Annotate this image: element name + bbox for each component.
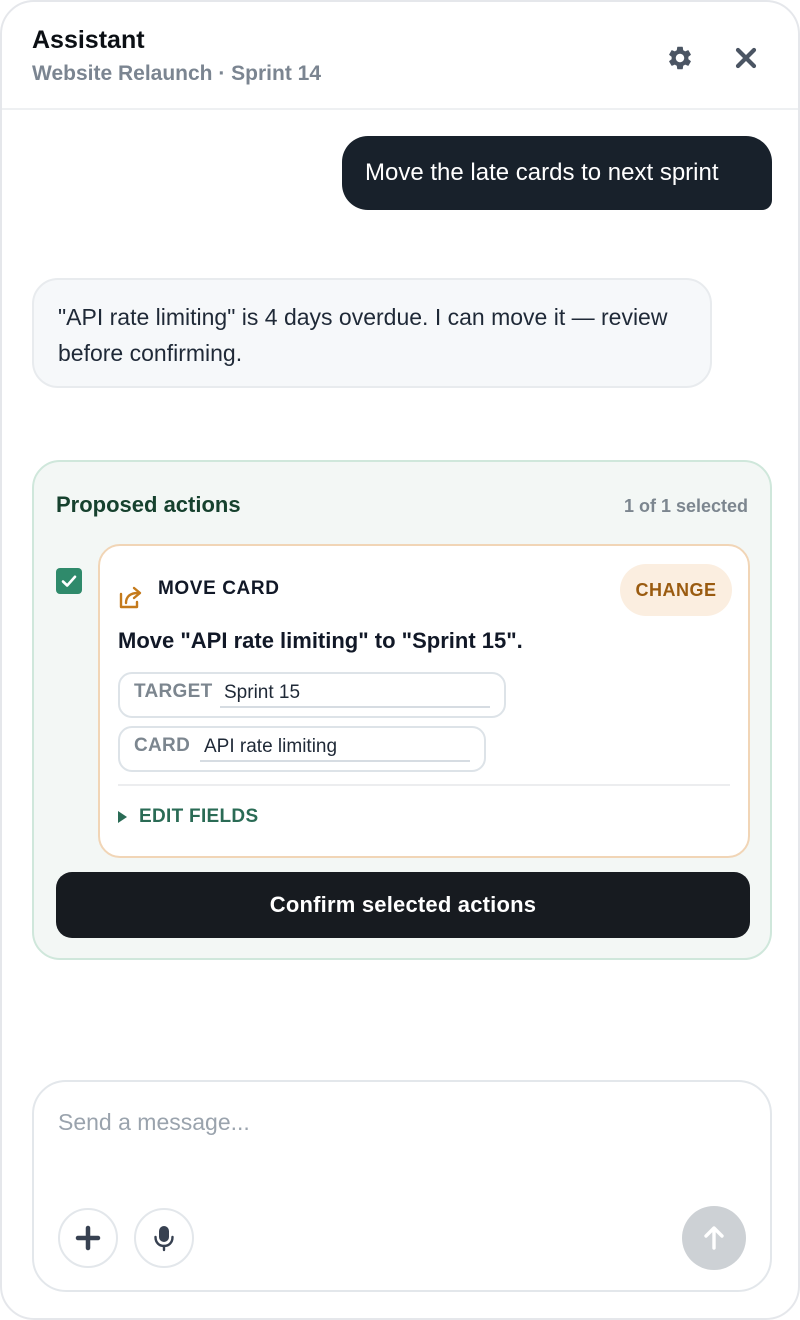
settings-button[interactable]	[660, 38, 700, 78]
message-composer	[32, 1080, 772, 1292]
close-icon	[735, 47, 757, 69]
header-title: Assistant	[32, 26, 145, 54]
user-message-text: Move the late cards to next sprint	[365, 159, 719, 186]
action-type-label: MOVE CARD	[158, 578, 280, 599]
gear-icon	[669, 46, 691, 70]
move-card-icon	[119, 586, 142, 609]
card-field: CARD	[118, 726, 486, 772]
header: Assistant Website Relaunch · Sprint 14	[2, 2, 798, 110]
card-field-label: CARD	[134, 735, 191, 756]
arrow-up-icon	[704, 1226, 724, 1250]
change-button[interactable]: CHANGE	[620, 564, 732, 616]
caret-right-icon	[118, 811, 127, 823]
checkmark-icon	[61, 575, 77, 587]
action-checkbox[interactable]	[56, 568, 82, 594]
target-input[interactable]	[220, 680, 490, 708]
confirm-actions-button[interactable]: Confirm selected actions	[56, 872, 750, 938]
card-divider	[118, 784, 730, 786]
target-field-label: TARGET	[134, 681, 213, 702]
action-card: MOVE CARD CHANGE Move "API rate limiting…	[98, 544, 750, 858]
assistant-message-text: "API rate limiting" is 4 days overdue. I…	[58, 304, 668, 366]
target-field: TARGET	[118, 672, 506, 718]
header-subtitle: Website Relaunch · Sprint 14	[32, 62, 322, 85]
microphone-icon	[154, 1226, 174, 1252]
message-input[interactable]	[58, 1104, 738, 1140]
attach-button[interactable]	[58, 1208, 118, 1268]
action-description: Move "API rate limiting" to "Sprint 15".	[118, 628, 523, 653]
edit-fields-toggle[interactable]: EDIT FIELDS	[118, 806, 258, 828]
edit-fields-label: EDIT FIELDS	[139, 806, 259, 827]
close-button[interactable]	[726, 38, 766, 78]
send-button[interactable]	[682, 1206, 746, 1270]
proposed-actions-title: Proposed actions	[56, 492, 241, 517]
card-input[interactable]	[200, 734, 470, 762]
plus-icon	[75, 1225, 101, 1251]
voice-button[interactable]	[134, 1208, 194, 1268]
assistant-message: "API rate limiting" is 4 days overdue. I…	[32, 278, 712, 388]
selection-count: 1 of 1 selected	[623, 496, 748, 516]
proposed-actions-panel: Proposed actions 1 of 1 selected MOVE CA…	[32, 460, 772, 960]
assistant-panel: Assistant Website Relaunch · Sprint 14 M…	[0, 0, 800, 1320]
user-message: Move the late cards to next sprint	[342, 136, 772, 210]
